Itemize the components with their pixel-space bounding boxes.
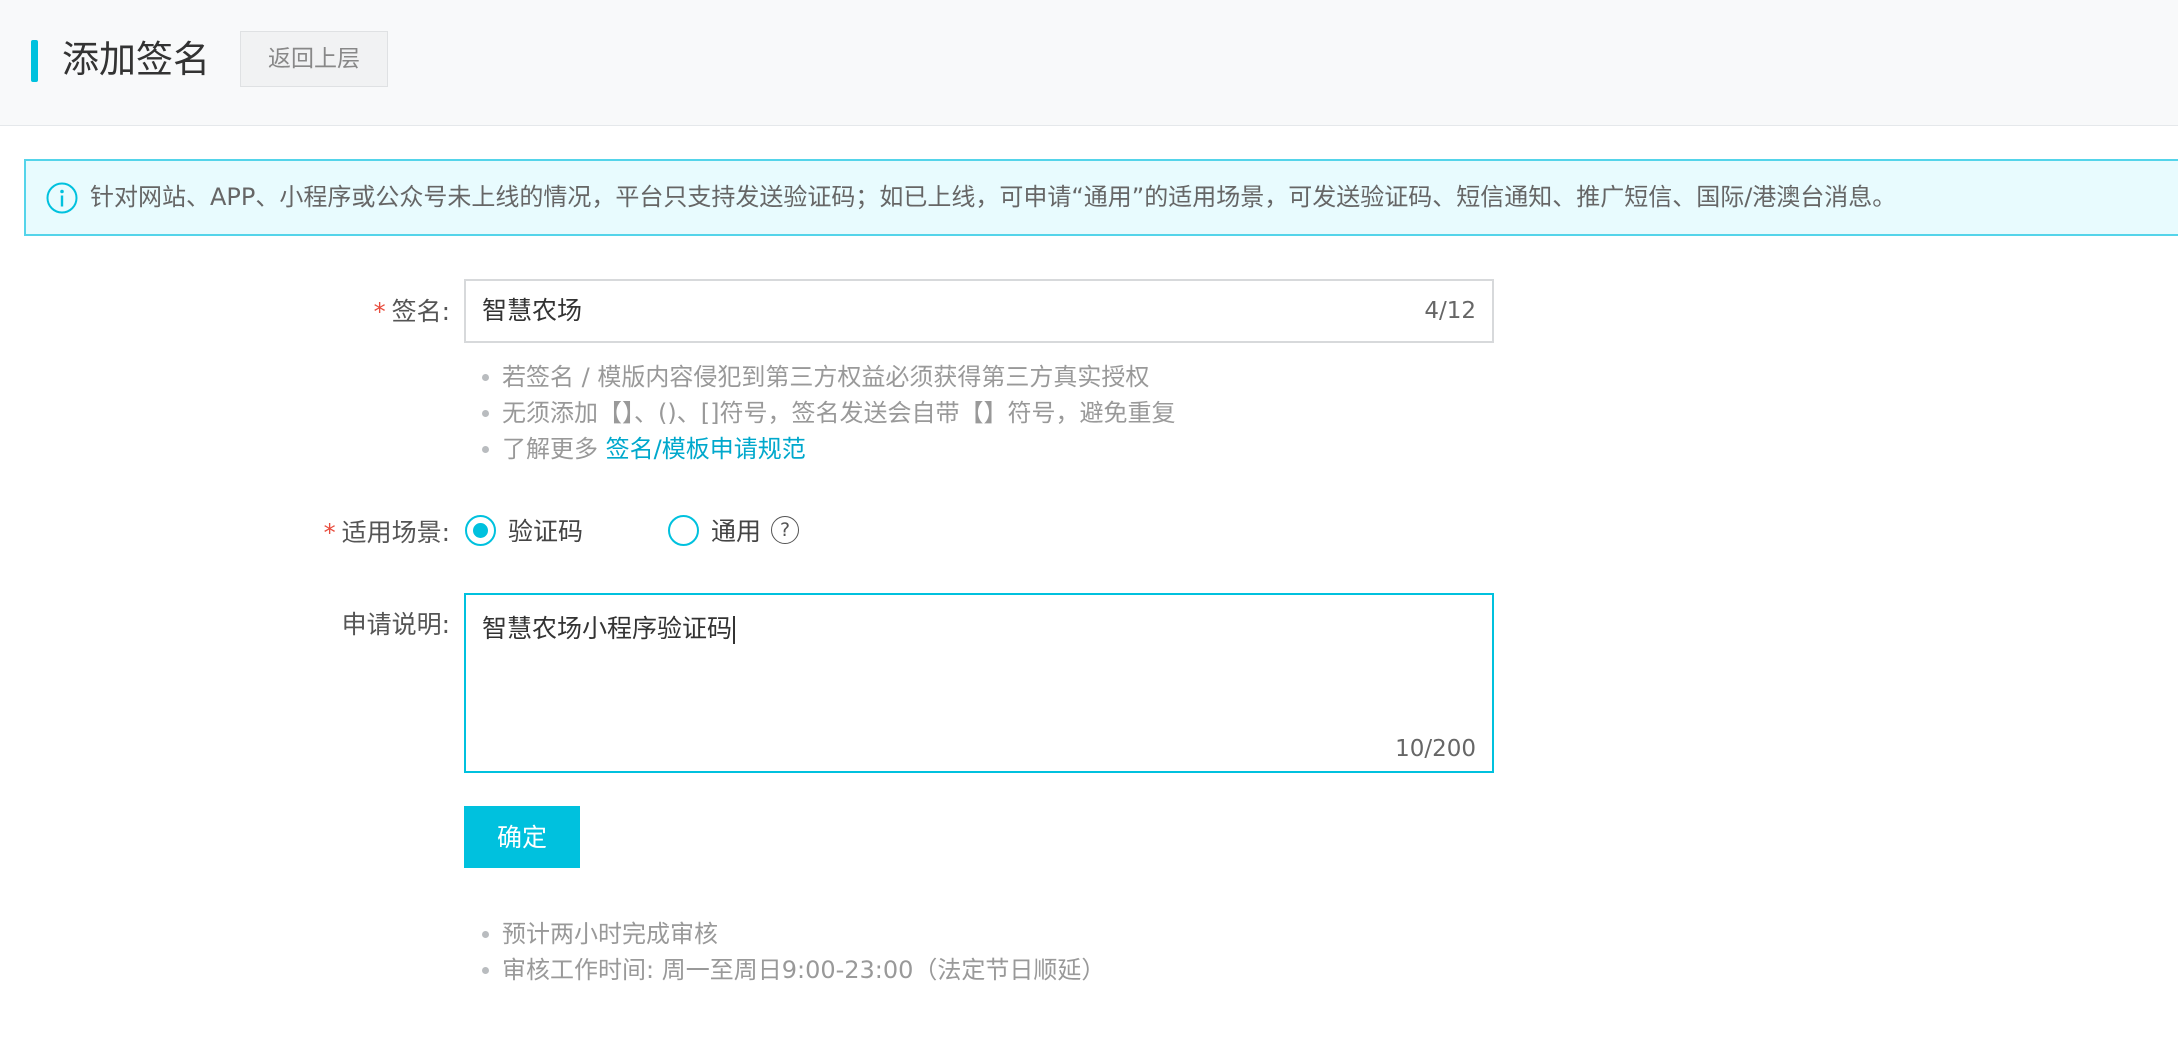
list-item: 了解更多 签名/模板申请规范 — [480, 431, 1175, 467]
bullet — [482, 931, 489, 938]
back-button[interactable]: 返回上层 — [240, 31, 388, 87]
text-cursor — [733, 616, 736, 644]
description-textarea[interactable]: 智慧农场小程序验证码 10/200 — [464, 593, 1494, 773]
info-icon — [46, 182, 78, 214]
notice-text: 针对网站、APP、小程序或公众号未上线的情况，平台只支持发送验证码；如已上线，可… — [90, 183, 1897, 211]
scenario-label-text: 适用场景: — [341, 518, 450, 547]
signature-char-counter: 4/12 — [1424, 298, 1476, 324]
radio-label: 验证码 — [508, 517, 584, 546]
page-header: 添加签名 返回上层 — [0, 0, 2178, 126]
description-label-text: 申请说明: — [341, 610, 450, 639]
list-item: 预计两小时完成审核 — [480, 916, 1105, 952]
radio-checked-icon — [465, 514, 496, 546]
signature-label: * 签名: — [300, 294, 450, 330]
signature-input[interactable]: 智慧农场 4/12 — [464, 279, 1494, 343]
bullet — [482, 410, 489, 417]
bullet — [482, 374, 489, 381]
required-mark: * — [373, 298, 386, 326]
help-icon[interactable]: ? — [771, 516, 800, 544]
spec-link[interactable]: 签名/模板申请规范 — [606, 435, 806, 463]
radio-verification-code[interactable]: 验证码 — [465, 512, 583, 548]
list-item: 无须添加【】、()、[]符号，签名发送会自带【】符号，避免重复 — [480, 395, 1175, 431]
bullet — [482, 446, 489, 453]
signature-input-value: 智慧农场 — [482, 296, 583, 325]
confirm-button[interactable]: 确定 — [464, 806, 580, 868]
description-value: 智慧农场小程序验证码 — [482, 611, 736, 647]
title-accent-bar — [31, 40, 38, 82]
required-mark: * — [323, 519, 336, 547]
list-item: 若签名 / 模版内容侵犯到第三方权益必须获得第三方真实授权 — [480, 359, 1175, 395]
description-char-counter: 10/200 — [1395, 736, 1476, 762]
signature-tips: 若签名 / 模版内容侵犯到第三方权益必须获得第三方真实授权 无须添加【】、()、… — [480, 359, 1175, 467]
review-tips: 预计两小时完成审核 审核工作时间: 周一至周日9:00-23:00（法定节日顺延… — [480, 916, 1105, 988]
radio-general[interactable]: 通用 ? — [668, 512, 800, 548]
notice-banner: 针对网站、APP、小程序或公众号未上线的情况，平台只支持发送验证码；如已上线，可… — [24, 159, 2178, 236]
scenario-label: * 适用场景: — [300, 515, 450, 551]
bullet — [482, 967, 489, 974]
signature-label-text: 签名: — [391, 297, 450, 326]
radio-unchecked-icon — [668, 514, 699, 546]
list-item: 审核工作时间: 周一至周日9:00-23:00（法定节日顺延） — [480, 952, 1105, 988]
radio-label: 通用 — [711, 517, 762, 546]
description-label: 申请说明: — [300, 607, 450, 643]
page-title: 添加签名 — [62, 38, 210, 81]
